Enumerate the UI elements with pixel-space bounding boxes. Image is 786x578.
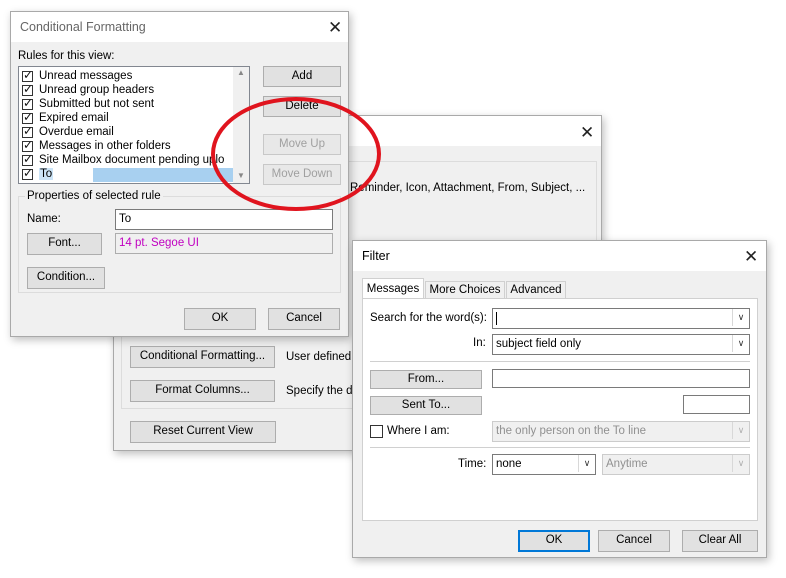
text-cursor (496, 312, 497, 325)
ok-button[interactable]: OK (184, 308, 256, 330)
dialog-title: Filter (362, 249, 390, 263)
tab-label: More Choices (429, 284, 501, 296)
rule-item[interactable]: ✓ Messages in other folders (21, 138, 233, 154)
search-input[interactable] (492, 308, 750, 329)
conditional-formatting-button[interactable]: Conditional Formatting... (130, 346, 275, 368)
rule-label: Expired email (39, 112, 109, 124)
sent-to-input[interactable] (683, 395, 750, 414)
where-checkbox[interactable] (370, 425, 383, 438)
rule-item[interactable]: ✓ Site Mailbox document pending uplo (21, 154, 233, 168)
filter-titlebar (353, 241, 766, 271)
chevron-down-icon[interactable]: ∨ (732, 309, 749, 326)
chevron-down-icon: ∨ (732, 455, 749, 472)
rule-label: Unread messages (39, 70, 133, 82)
checkmark-icon: ✓ (23, 124, 34, 138)
close-icon[interactable]: ✕ (744, 248, 758, 265)
rule-checkbox[interactable]: ✓ (22, 138, 34, 152)
time-label: Time: (458, 458, 487, 470)
rule-label: To (39, 168, 54, 180)
sent-to-button[interactable]: Sent To... (370, 396, 482, 415)
font-preview: 14 pt. Segoe UI (115, 233, 333, 254)
rule-item[interactable]: ✓ Overdue email (21, 124, 233, 140)
rule-checkbox[interactable]: ✓ (22, 96, 34, 110)
tab-messages[interactable]: Messages (362, 278, 424, 299)
format-columns-button[interactable]: Format Columns... (130, 380, 275, 402)
cancel-button[interactable]: Cancel (598, 530, 670, 552)
condition-button[interactable]: Condition... (27, 267, 105, 289)
where-select[interactable]: the only person on the To line (492, 421, 750, 442)
rule-checkbox[interactable]: ✓ (22, 68, 34, 82)
checkmark-icon: ✓ (23, 110, 34, 124)
rule-checkbox[interactable]: ✓ (22, 166, 34, 180)
tab-more-choices[interactable]: More Choices (425, 281, 505, 299)
conditional-formatting-description: User defined (286, 351, 352, 363)
rule-checkbox[interactable]: ✓ (22, 110, 34, 124)
chevron-down-icon[interactable]: ∨ (732, 335, 749, 352)
scroll-up-icon[interactable]: ▲ (237, 68, 245, 77)
rule-checkbox[interactable]: ✓ (22, 154, 34, 166)
separator (370, 447, 750, 448)
from-button[interactable]: From... (370, 370, 482, 389)
dialog-title: Conditional Formatting (20, 20, 146, 34)
tab-advanced[interactable]: Advanced (506, 281, 566, 299)
checkmark-icon: ✓ (23, 138, 34, 152)
font-button[interactable]: Font... (27, 233, 102, 255)
add-button[interactable]: Add (263, 66, 341, 87)
time-range-select[interactable]: Anytime (602, 454, 750, 475)
rule-label: Unread group headers (39, 84, 155, 96)
tab-label: Advanced (510, 284, 562, 296)
rule-checkbox[interactable]: ✓ (22, 82, 34, 96)
rules-label: Rules for this view: (18, 50, 115, 62)
rule-label: Submitted but not sent (39, 98, 155, 110)
properties-label: Properties of selected rule (25, 190, 163, 202)
tab-label: Messages (366, 283, 420, 295)
checkmark-icon: ✓ (23, 166, 34, 180)
format-columns-description: Specify the d (286, 385, 353, 397)
rule-label: Site Mailbox document pending uplo (39, 154, 225, 166)
rule-item[interactable]: ✓ Submitted but not sent (21, 96, 233, 112)
rule-checkbox[interactable]: ✓ (22, 124, 34, 138)
chevron-down-icon[interactable]: ∨ (578, 455, 595, 472)
annotation-circle (211, 97, 381, 211)
close-icon[interactable]: ✕ (580, 124, 594, 141)
ok-button[interactable]: OK (518, 530, 590, 552)
rule-item[interactable]: ✓ Expired email (21, 110, 233, 126)
close-icon[interactable]: ✕ (328, 19, 342, 36)
checkmark-icon: ✓ (23, 96, 34, 110)
rule-label: Overdue email (39, 126, 114, 138)
reset-current-view-button[interactable]: Reset Current View (130, 421, 276, 443)
cancel-button[interactable]: Cancel (268, 308, 340, 330)
chevron-down-icon: ∨ (732, 422, 749, 439)
rule-item[interactable]: ✓ Unread messages (21, 68, 233, 84)
checkmark-icon: ✓ (23, 68, 34, 82)
clear-all-button[interactable]: Clear All (682, 530, 758, 552)
name-label: Name: (27, 213, 61, 225)
separator (370, 361, 750, 362)
in-label: In: (473, 337, 486, 349)
from-input[interactable] (492, 369, 750, 388)
rule-label: Messages in other folders (39, 140, 171, 152)
where-label: Where I am: (387, 425, 450, 437)
in-select[interactable]: subject field only (492, 334, 750, 355)
filter-dialog: Filter ✕ Messages More Choices Advanced … (352, 240, 767, 558)
checkmark-icon: ✓ (23, 154, 34, 166)
rule-item[interactable]: ✓ Unread group headers (21, 82, 233, 98)
search-label: Search for the word(s): (370, 312, 487, 324)
checkmark-icon: ✓ (23, 82, 34, 96)
rule-item-selected[interactable]: ✓ To (21, 166, 233, 182)
